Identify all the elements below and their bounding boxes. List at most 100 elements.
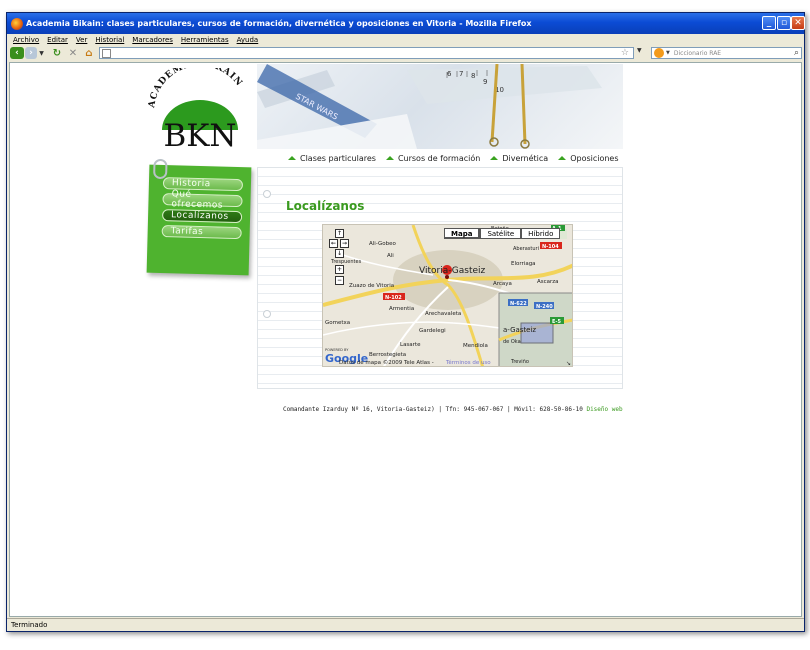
- pan-up-icon[interactable]: ↑: [335, 229, 344, 238]
- map-place-label: Ascarza: [537, 279, 559, 285]
- sidebar-item-tarifas[interactable]: Tarifas: [161, 225, 242, 240]
- search-placeholder: Diccionario RAE: [673, 49, 722, 57]
- stop-icon[interactable]: ✕: [67, 47, 79, 59]
- web-design-link[interactable]: Diseño web: [586, 406, 622, 413]
- zoom-out-icon[interactable]: −: [335, 276, 344, 285]
- road-label: E-5: [552, 319, 561, 325]
- nav-arrow-icon: [490, 156, 499, 160]
- pan-left-icon[interactable]: ←: [329, 239, 338, 248]
- ruler-number: 6: [447, 70, 452, 78]
- nav-clases-particulares[interactable]: Clases particulares: [288, 154, 376, 163]
- overview-toggle-icon[interactable]: ↘: [566, 360, 571, 367]
- maximize-button[interactable]: ▫: [777, 16, 791, 30]
- engine-dropdown-icon[interactable]: ▼: [666, 50, 670, 56]
- navigation-toolbar: ‹ › ▼ ↻ ✕ ⌂ ☆ ▼ ▼ Diccionario RAE ⌕: [7, 46, 804, 61]
- footer-contact: Comandante Izarduy Nº 16, Vitoria-Gastei…: [283, 406, 583, 413]
- menu-ayuda[interactable]: Ayuda: [237, 36, 259, 44]
- page-footer: Comandante Izarduy Nº 16, Vitoria-Gastei…: [283, 406, 623, 413]
- map-attribution: Datos de mapa ©2009 Tele Atlas -: [339, 359, 434, 366]
- nav-label: Clases particulares: [300, 153, 376, 163]
- map-place-label: Arcaya: [493, 281, 512, 287]
- map-place-label: Ali: [387, 253, 394, 259]
- nav-label: Oposiciones: [570, 153, 619, 163]
- map-place-label: Lasarte: [400, 342, 421, 348]
- nav-arrow-icon: [558, 156, 567, 160]
- academy-logo[interactable]: ACADEMIA BIKAIN BKN: [146, 63, 251, 154]
- sidebar-item-que-ofrecemos[interactable]: Qué ofrecemos: [162, 189, 243, 211]
- map-type-hibrido[interactable]: Híbrido: [521, 228, 561, 239]
- side-menu: Historia Qué ofrecemos Localízanos Tarif…: [146, 158, 252, 276]
- menu-marcadores[interactable]: Marcadores: [132, 36, 173, 44]
- zoom-in-icon[interactable]: +: [335, 265, 344, 274]
- search-icon[interactable]: ⌕: [794, 48, 799, 58]
- map-place-label: Arechavaleta: [425, 311, 461, 317]
- map-place-label: Aberasturi: [513, 246, 539, 252]
- browser-window: Academia Bikain: clases particulares, cu…: [6, 12, 805, 632]
- binder-hole: [263, 190, 271, 198]
- pan-right-icon[interactable]: →: [340, 239, 349, 248]
- menu-historial[interactable]: Historial: [95, 36, 124, 44]
- url-dropdown-icon[interactable]: ▼: [637, 47, 647, 54]
- bookmark-star-icon[interactable]: ☆: [621, 48, 629, 58]
- map-place-label: Elorriaga: [511, 261, 536, 267]
- history-dropdown-icon[interactable]: ▼: [38, 47, 45, 59]
- map-tiles: Vitoria-Gasteiz Ali-Gobeo Ali Elorriaga …: [323, 225, 572, 367]
- window-title: Academia Bikain: clases particulares, cu…: [26, 19, 532, 28]
- nav-cursos-de-formacion[interactable]: Cursos de formación: [385, 153, 481, 163]
- nav-oposiciones[interactable]: Oposiciones: [558, 153, 619, 163]
- nav-arrow-icon: [288, 156, 296, 160]
- menu-herramientas[interactable]: Herramientas: [181, 36, 229, 44]
- status-bar: Terminado: [7, 618, 804, 631]
- map-place-label: a-Gasteiz: [503, 326, 536, 334]
- nav-label: Divernética: [502, 153, 549, 163]
- map-place-label: Vitoria-Gasteiz: [419, 266, 486, 276]
- page-title: Localízanos: [286, 199, 365, 213]
- nav-divernetica[interactable]: Divernética: [490, 154, 548, 163]
- paperclip-icon: [153, 158, 168, 180]
- ruler-number: 9: [483, 78, 487, 86]
- nav-label: Cursos de formación: [397, 153, 481, 163]
- status-text: Terminado: [11, 621, 48, 629]
- page-icon: [102, 48, 111, 58]
- road-label: N-102: [385, 295, 402, 301]
- map-place-label: Gardelegi: [419, 328, 446, 334]
- nav-arrow-icon: [385, 156, 394, 160]
- home-icon[interactable]: ⌂: [83, 47, 95, 59]
- header-banner-image: STAR WARS 10 9 8 7 6: [257, 64, 623, 149]
- reload-icon[interactable]: ↻: [51, 47, 63, 59]
- road-label: N-622: [510, 301, 527, 307]
- forward-button[interactable]: ›: [25, 47, 37, 59]
- title-bar: Academia Bikain: clases particulares, cu…: [7, 13, 805, 34]
- top-navigation: Clases particulares Cursos de formación …: [288, 151, 628, 165]
- map-type-satelite[interactable]: Satélite: [480, 228, 522, 239]
- map-place-label: Zuazo de Vitoria: [349, 283, 394, 289]
- terms-of-use-link[interactable]: Términos de uso: [445, 359, 491, 366]
- map-type-mapa[interactable]: Mapa: [444, 228, 481, 239]
- map-place-label: Gometxa: [325, 320, 350, 326]
- menu-bar: Archivo Editar Ver Historial Marcadores …: [7, 34, 804, 46]
- map-place-label: Ali-Gobeo: [369, 241, 397, 247]
- map-place-label: Berrostegieta: [369, 352, 406, 358]
- ruler-number: 7: [459, 70, 463, 78]
- map-place-label: Mendiola: [463, 343, 488, 349]
- google-map[interactable]: Vitoria-Gasteiz Ali-Gobeo Ali Elorriaga …: [322, 224, 573, 367]
- back-button[interactable]: ‹: [10, 47, 24, 59]
- sidebar-item-localizanos[interactable]: Localízanos: [161, 209, 243, 224]
- map-place-label: de Oka: [503, 339, 521, 345]
- ruler-number: 8: [471, 72, 475, 80]
- road-label: N-240: [536, 304, 553, 310]
- search-input[interactable]: ▼ Diccionario RAE ⌕: [651, 47, 802, 59]
- pan-down-icon[interactable]: ↓: [335, 249, 344, 258]
- url-bar[interactable]: ☆: [99, 47, 634, 59]
- menu-ver[interactable]: Ver: [76, 36, 87, 44]
- menu-archivo[interactable]: Archivo: [13, 36, 39, 44]
- menu-editar[interactable]: Editar: [47, 36, 68, 44]
- search-engine-icon[interactable]: [654, 48, 664, 58]
- logo-initials: BKN: [163, 118, 236, 153]
- close-button[interactable]: ✕: [791, 16, 805, 30]
- road-label: N-104: [542, 244, 559, 250]
- binder-hole: [263, 310, 271, 318]
- map-type-control: Mapa Satélite Híbrido: [444, 228, 561, 239]
- firefox-icon: [11, 17, 23, 30]
- minimize-button[interactable]: _: [762, 16, 776, 30]
